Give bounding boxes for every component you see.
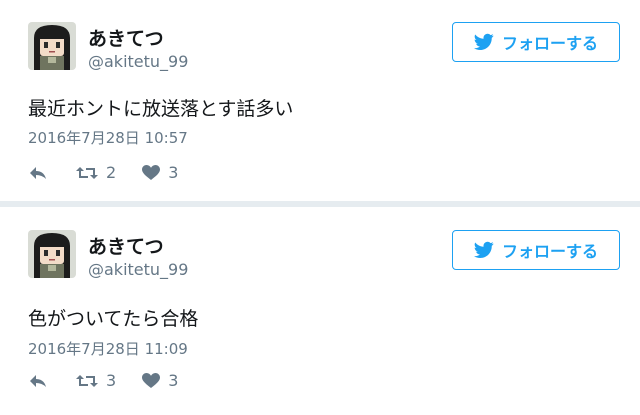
retweet-count: 2 [106,163,117,182]
tweet-actions: 3 3 [28,371,178,390]
like-button[interactable]: 3 [142,163,178,182]
like-button[interactable]: 3 [142,371,178,390]
like-count: 3 [168,371,179,390]
follow-button-label: フォローする [501,34,598,53]
tweet-actions: 2 3 [28,163,178,182]
retweet-count: 3 [106,371,117,390]
follow-button[interactable]: フォローする [452,22,620,62]
user-handle[interactable]: @akitetu_99 [88,52,188,71]
retweet-button[interactable]: 2 [76,163,116,182]
retweet-button[interactable]: 3 [76,371,116,390]
follow-button-label: フォローする [501,242,598,261]
tweet-card: あきてつ @akitetu_99 フォローする 色がついてたら合格 2016年7… [0,207,640,415]
display-name[interactable]: あきてつ [88,24,164,51]
twitter-bird-icon [473,33,494,50]
display-name[interactable]: あきてつ [88,232,164,259]
like-count: 3 [168,163,179,182]
twitter-bird-icon [473,241,494,258]
reply-button[interactable] [28,373,48,389]
tweet-text: 色がついてたら合格 [28,308,199,330]
tweet-text: 最近ホントに放送落とす話多い [28,98,294,120]
heart-icon [142,164,161,180]
follow-button[interactable]: フォローする [452,230,620,270]
tweet-timestamp[interactable]: 2016年7月28日 10:57 [28,127,188,148]
retweet-icon [76,166,98,179]
avatar[interactable] [28,230,76,278]
heart-icon [142,372,161,388]
tweet-timestamp[interactable]: 2016年7月28日 11:09 [28,338,188,359]
user-handle[interactable]: @akitetu_99 [88,260,188,279]
retweet-icon [76,374,98,387]
reply-icon [30,166,46,179]
reply-icon [30,374,46,387]
tweet-card: あきてつ @akitetu_99 フォローする 最近ホントに放送落とす話多い 2… [0,0,640,201]
reply-button[interactable] [28,165,48,181]
avatar[interactable] [28,22,76,70]
